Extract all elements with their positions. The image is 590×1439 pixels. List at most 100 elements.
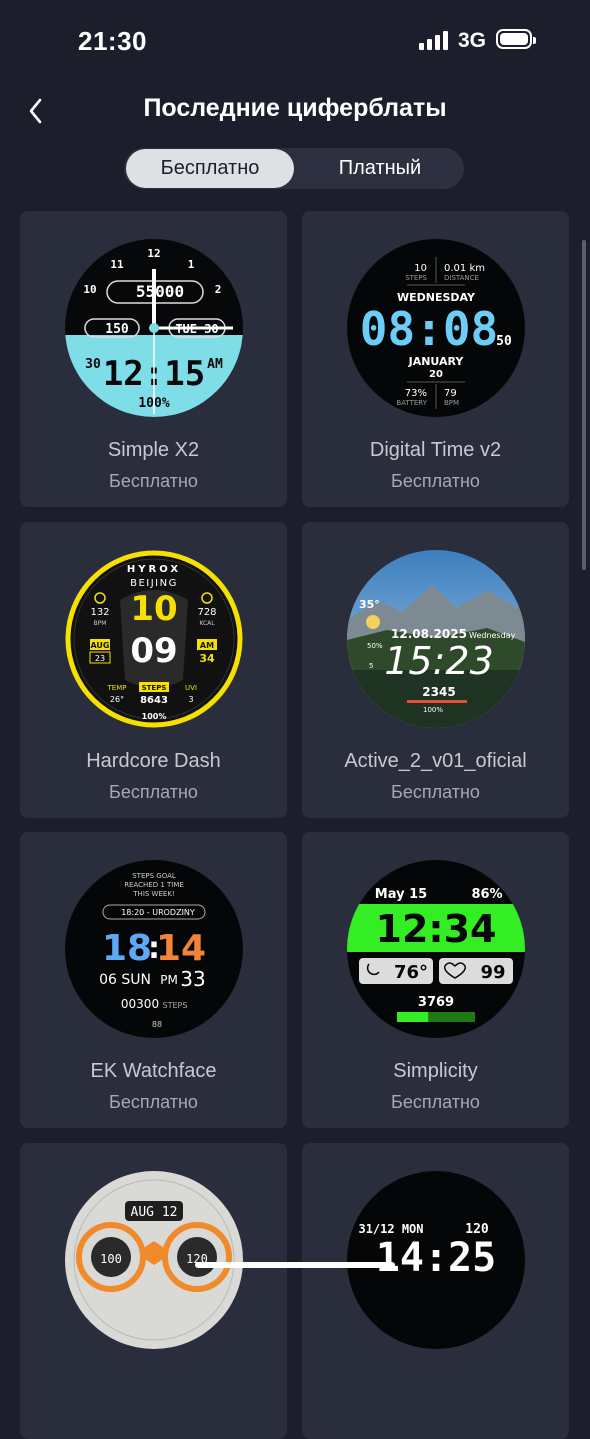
watchface-preview: May 15 86% 12:34 76° 99 3769 xyxy=(347,860,525,1038)
watchface-name: Active_2_v01_oficial xyxy=(344,750,527,772)
svg-text:14: 14 xyxy=(156,928,206,969)
watchface-preview: AUG 12 100 120 xyxy=(65,1171,243,1349)
svg-text:STEPS: STEPS xyxy=(163,1001,188,1010)
svg-text:20: 20 xyxy=(429,369,443,380)
svg-text:08:08: 08:08 xyxy=(360,302,498,356)
svg-text:AUG 12: AUG 12 xyxy=(131,1205,178,1220)
svg-text:AUG: AUG xyxy=(90,641,109,650)
scrollbar[interactable] xyxy=(582,240,586,570)
watchface-name: Simple X2 xyxy=(107,439,200,461)
svg-text:REACHED 1 TIME: REACHED 1 TIME xyxy=(124,881,184,889)
watchface-preview: 35° 50% 5 12.08.2025 Wednesday 15:23 234… xyxy=(347,550,525,728)
svg-text:TEMP: TEMP xyxy=(107,684,127,692)
svg-text:STEPS GOAL: STEPS GOAL xyxy=(132,872,176,880)
watchface-card[interactable]: 31/12 MON 120 14:25 xyxy=(302,1143,569,1439)
watchface-card[interactable]: 35° 50% 5 12.08.2025 Wednesday 15:23 234… xyxy=(302,522,569,818)
watchface-price: Бесплатно xyxy=(391,1092,480,1112)
svg-text:May 15: May 15 xyxy=(375,887,427,902)
svg-text:DISTANCE: DISTANCE xyxy=(444,274,479,282)
watchface-preview: STEPS GOAL REACHED 1 TIME THIS WEEK! 18:… xyxy=(65,860,243,1038)
svg-text:79: 79 xyxy=(444,388,457,399)
svg-text:14:25: 14:25 xyxy=(376,1235,496,1281)
svg-text:10: 10 xyxy=(130,589,177,629)
svg-text:10: 10 xyxy=(83,283,96,296)
price-filter-segmented-control: Бесплатно Платный xyxy=(124,148,464,189)
watchface-card[interactable]: HYROX BEIJING 10 09 132 BPM 728 KCAL AUG… xyxy=(20,522,287,818)
watchface-card[interactable]: May 15 86% 12:34 76° 99 3769 Simplicity … xyxy=(302,832,569,1128)
svg-text:76°: 76° xyxy=(394,962,428,983)
svg-text:5: 5 xyxy=(369,662,373,670)
svg-text:100%: 100% xyxy=(423,706,443,714)
svg-text:30: 30 xyxy=(85,357,101,372)
svg-text:10: 10 xyxy=(414,263,427,274)
svg-text:12: 12 xyxy=(147,247,160,260)
svg-text:THIS WEEK!: THIS WEEK! xyxy=(132,890,174,898)
svg-text:UVI: UVI xyxy=(185,684,197,692)
svg-text:50: 50 xyxy=(496,334,512,349)
svg-text:88: 88 xyxy=(152,1020,162,1029)
svg-text:KCAL: KCAL xyxy=(199,620,215,627)
svg-text:55000: 55000 xyxy=(136,282,184,301)
watchface-name: Simplicity xyxy=(393,1060,478,1082)
svg-text:100: 100 xyxy=(100,1252,122,1266)
watchface-price: Бесплатно xyxy=(109,1092,198,1112)
svg-text:1: 1 xyxy=(188,258,195,271)
svg-text:STEPS: STEPS xyxy=(405,274,427,282)
watchface-price: Бесплатно xyxy=(109,471,198,491)
tab-paid[interactable]: Платный xyxy=(296,148,464,189)
watchface-price: Бесплатно xyxy=(391,782,480,802)
svg-text:132: 132 xyxy=(90,607,109,618)
watchface-price: Бесплатно xyxy=(391,471,480,491)
svg-text:AM: AM xyxy=(207,357,223,372)
svg-text:06 SUN: 06 SUN xyxy=(99,972,151,988)
watchface-card[interactable]: STEPS GOAL REACHED 1 TIME THIS WEEK! 18:… xyxy=(20,832,287,1128)
svg-text:00300: 00300 xyxy=(121,997,159,1011)
svg-text:15:23: 15:23 xyxy=(384,639,494,683)
svg-text:150: 150 xyxy=(105,322,129,337)
svg-text:AM: AM xyxy=(200,641,214,650)
svg-text:2: 2 xyxy=(215,283,222,296)
svg-text:09: 09 xyxy=(130,631,177,671)
svg-text:JANUARY: JANUARY xyxy=(408,355,465,368)
svg-text:2345: 2345 xyxy=(422,685,455,699)
home-indicator[interactable] xyxy=(195,1262,395,1268)
watchface-preview: HYROX BEIJING 10 09 132 BPM 728 KCAL AUG… xyxy=(65,550,243,728)
watchface-preview: 10 STEPS 0.01 km DISTANCE WEDNESDAY 08:0… xyxy=(347,239,525,417)
svg-text:3769: 3769 xyxy=(418,995,454,1010)
svg-text:100%: 100% xyxy=(142,712,167,721)
svg-text:50%: 50% xyxy=(367,642,383,650)
watchface-name: EK Watchface xyxy=(90,1060,217,1082)
svg-text:86%: 86% xyxy=(471,887,502,902)
svg-text:BEIJING: BEIJING xyxy=(130,578,178,589)
watchface-card[interactable]: 10 STEPS 0.01 km DISTANCE WEDNESDAY 08:0… xyxy=(302,211,569,507)
watchface-price: Бесплатно xyxy=(109,782,198,802)
svg-text:728: 728 xyxy=(197,607,216,618)
status-time: 21:30 xyxy=(78,26,147,56)
svg-text:26°: 26° xyxy=(110,695,124,704)
svg-text:12:34: 12:34 xyxy=(376,907,497,951)
svg-text:18:20 - URODZINY: 18:20 - URODZINY xyxy=(121,908,195,917)
svg-text:0.01 km: 0.01 km xyxy=(444,263,485,274)
tab-free[interactable]: Бесплатно xyxy=(126,149,294,188)
page-title: Последние циферблаты xyxy=(143,94,447,122)
status-bar: 21:30 3G xyxy=(0,0,590,80)
network-type: 3G xyxy=(458,29,487,52)
svg-text:BPM: BPM xyxy=(444,399,459,407)
svg-text:HYROX: HYROX xyxy=(127,564,181,575)
watchface-preview: 12 11 1 10 2 55000 150 TUE 30 30 12:15 A… xyxy=(65,239,243,417)
watchface-name: Digital Time v2 xyxy=(369,439,502,461)
svg-text:BPM: BPM xyxy=(94,620,107,627)
svg-text:PM: PM xyxy=(160,973,178,987)
watchface-name: Hardcore Dash xyxy=(86,750,221,772)
signal-icon xyxy=(419,30,449,50)
svg-text:99: 99 xyxy=(480,962,505,983)
watchface-card[interactable]: 12 11 1 10 2 55000 150 TUE 30 30 12:15 A… xyxy=(20,211,287,507)
svg-text:35°: 35° xyxy=(359,598,380,611)
battery-icon xyxy=(496,29,536,49)
watchface-card[interactable]: AUG 12 100 120 xyxy=(20,1143,287,1439)
svg-text:11: 11 xyxy=(110,258,124,271)
svg-text:23: 23 xyxy=(95,654,105,663)
svg-text:8643: 8643 xyxy=(140,695,168,706)
watchface-preview: 31/12 MON 120 14:25 xyxy=(347,1171,525,1349)
svg-text:33: 33 xyxy=(180,967,205,991)
